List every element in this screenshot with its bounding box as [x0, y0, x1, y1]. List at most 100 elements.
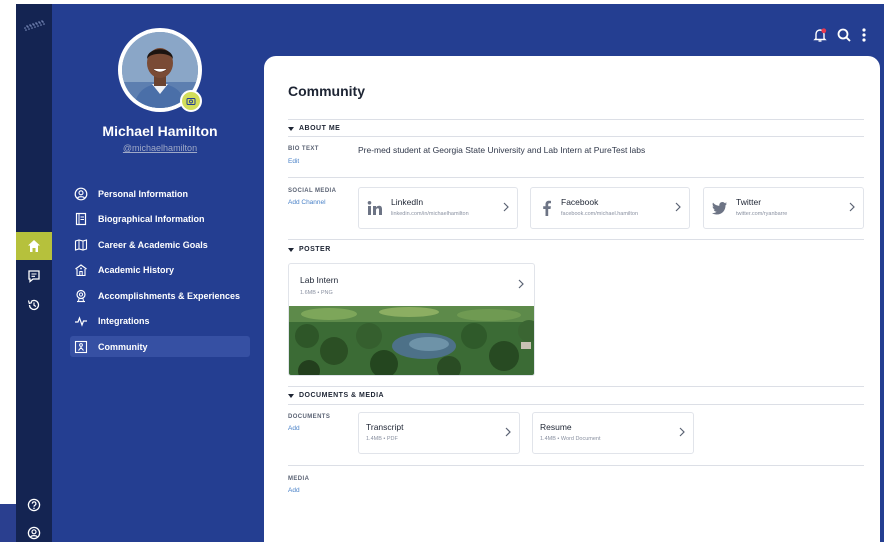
bio-edit-link[interactable]: Edit [288, 158, 299, 165]
divider [288, 386, 864, 387]
document-tile-transcript[interactable]: Transcript 1.4MB • PDF [358, 412, 520, 454]
about-me-toggle[interactable]: ABOUT ME [288, 125, 340, 132]
facebook-icon [543, 200, 551, 216]
divider [288, 119, 864, 120]
documents-media-toggle[interactable]: DOCUMENTS & MEDIA [288, 392, 384, 399]
chevron-right-icon [518, 279, 524, 289]
poster-card[interactable]: Lab Intern 1.6MB • PNG [288, 263, 535, 376]
edge-strip [0, 504, 16, 542]
social-tile-facebook[interactable]: Facebook facebook.com/michael.hamilton [530, 187, 690, 229]
poster-image [289, 306, 534, 375]
media-add-link[interactable]: Add [288, 487, 300, 494]
help-icon [27, 498, 41, 512]
linkedin-icon [367, 201, 382, 215]
chevron-right-icon [503, 202, 509, 212]
nav-label: Integrations [98, 316, 150, 326]
section-heading: ABOUT ME [299, 125, 341, 132]
document-name: Transcript [366, 422, 404, 432]
user-circle-icon [27, 526, 41, 540]
document-name: Resume [540, 422, 572, 432]
social-tile-twitter[interactable]: Twitter twitter.com/ryanbarre [703, 187, 864, 229]
home-button[interactable] [16, 232, 52, 260]
divider [288, 239, 864, 240]
notifications-button[interactable] [812, 27, 828, 43]
nav-label: Academic History [98, 265, 175, 275]
bell-icon [813, 28, 827, 42]
bio-text: Pre-med student at Georgia State Univers… [358, 145, 646, 155]
nav-label: Accomplishments & Experiences [98, 290, 241, 301]
kebab-menu-icon [862, 28, 866, 42]
award-icon [76, 289, 86, 302]
help-button[interactable] [16, 491, 52, 519]
pulse-icon [75, 316, 87, 327]
nav-label: Career & Academic Goals [98, 239, 208, 250]
poster-meta: 1.6MB • PNG [300, 290, 333, 296]
documents-add-link[interactable]: Add [288, 425, 300, 432]
collapse-caret-icon [288, 247, 294, 252]
social-tile-linkedin[interactable]: LinkedIn linkedin.com/in/michaelhamilton [358, 187, 518, 229]
more-button[interactable] [860, 27, 868, 43]
document-meta: 1.4MB • Word Document [540, 436, 601, 442]
logo-icon [24, 20, 45, 31]
social-name: LinkedIn [391, 197, 424, 207]
section-heading: DOCUMENTS & MEDIA [299, 392, 385, 399]
chevron-right-icon [675, 202, 681, 212]
divider [288, 177, 864, 178]
profile-handle[interactable]: @michaelhamilton [52, 143, 268, 153]
social-name: Twitter [736, 197, 762, 207]
user-circle-icon [74, 187, 88, 200]
nav-label: Community [98, 341, 148, 352]
community-icon [74, 340, 88, 353]
page-title: Community [288, 83, 365, 99]
edit-photo-button[interactable] [180, 90, 202, 112]
social-url: facebook.com/michael.hamilton [561, 211, 639, 217]
home-icon [28, 240, 40, 252]
community-card: Community ABOUT ME BIO TEXT Edit Pre-med… [264, 56, 880, 542]
nav-label: Biographical Information [98, 214, 205, 224]
nav-career-academic-goals[interactable]: Career & Academic Goals [70, 234, 250, 255]
chevron-right-icon [849, 202, 855, 212]
search-button[interactable] [836, 27, 852, 43]
poster-title: Lab Intern [300, 275, 339, 285]
nav-personal-information[interactable]: Personal Information [70, 183, 250, 204]
social-url: linkedin.com/in/michaelhamilton [391, 211, 469, 217]
document-icon [75, 212, 87, 226]
document-meta: 1.4MB • PDF [366, 436, 398, 442]
nav-community[interactable]: Community [70, 336, 250, 357]
section-heading: POSTER [299, 246, 331, 253]
nav-biographical-information[interactable]: Biographical Information [70, 209, 250, 230]
camera-icon [186, 98, 196, 105]
history-button[interactable] [16, 291, 52, 319]
add-channel-link[interactable]: Add Channel [288, 199, 326, 206]
messages-button[interactable] [16, 262, 52, 290]
divider [288, 404, 864, 405]
history-icon [27, 299, 40, 311]
map-icon [74, 238, 88, 251]
chevron-right-icon [679, 427, 685, 437]
profile-nav: Personal Information Biographical Inform… [70, 183, 250, 362]
media-label: MEDIA [288, 476, 310, 482]
document-tile-resume[interactable]: Resume 1.4MB • Word Document [532, 412, 694, 454]
poster-toggle[interactable]: POSTER [288, 246, 331, 253]
profile-name: Michael Hamilton [102, 123, 218, 139]
school-icon [75, 264, 87, 277]
search-icon [837, 28, 851, 42]
divider [288, 465, 864, 466]
bio-text-label: BIO TEXT [288, 146, 319, 152]
collapse-caret-icon [288, 126, 294, 131]
nav-label: Personal Information [98, 188, 189, 199]
account-button[interactable] [16, 519, 52, 542]
app-window: Michael Hamilton @michaelhamilton Person… [0, 0, 886, 542]
nav-integrations[interactable]: Integrations [70, 311, 250, 332]
nav-academic-history[interactable]: Academic History [70, 260, 250, 281]
nav-accomplishments-experiences[interactable]: Accomplishments & Experiences [70, 285, 250, 306]
collapse-caret-icon [288, 393, 294, 398]
chevron-right-icon [505, 427, 511, 437]
social-url: twitter.com/ryanbarre [736, 211, 788, 217]
top-actions [804, 26, 868, 44]
social-name: Facebook [561, 197, 599, 207]
chat-icon [28, 270, 40, 283]
twitter-icon [712, 202, 727, 215]
icon-rail [16, 4, 52, 542]
social-media-label: SOCIAL MEDIA [288, 188, 337, 194]
